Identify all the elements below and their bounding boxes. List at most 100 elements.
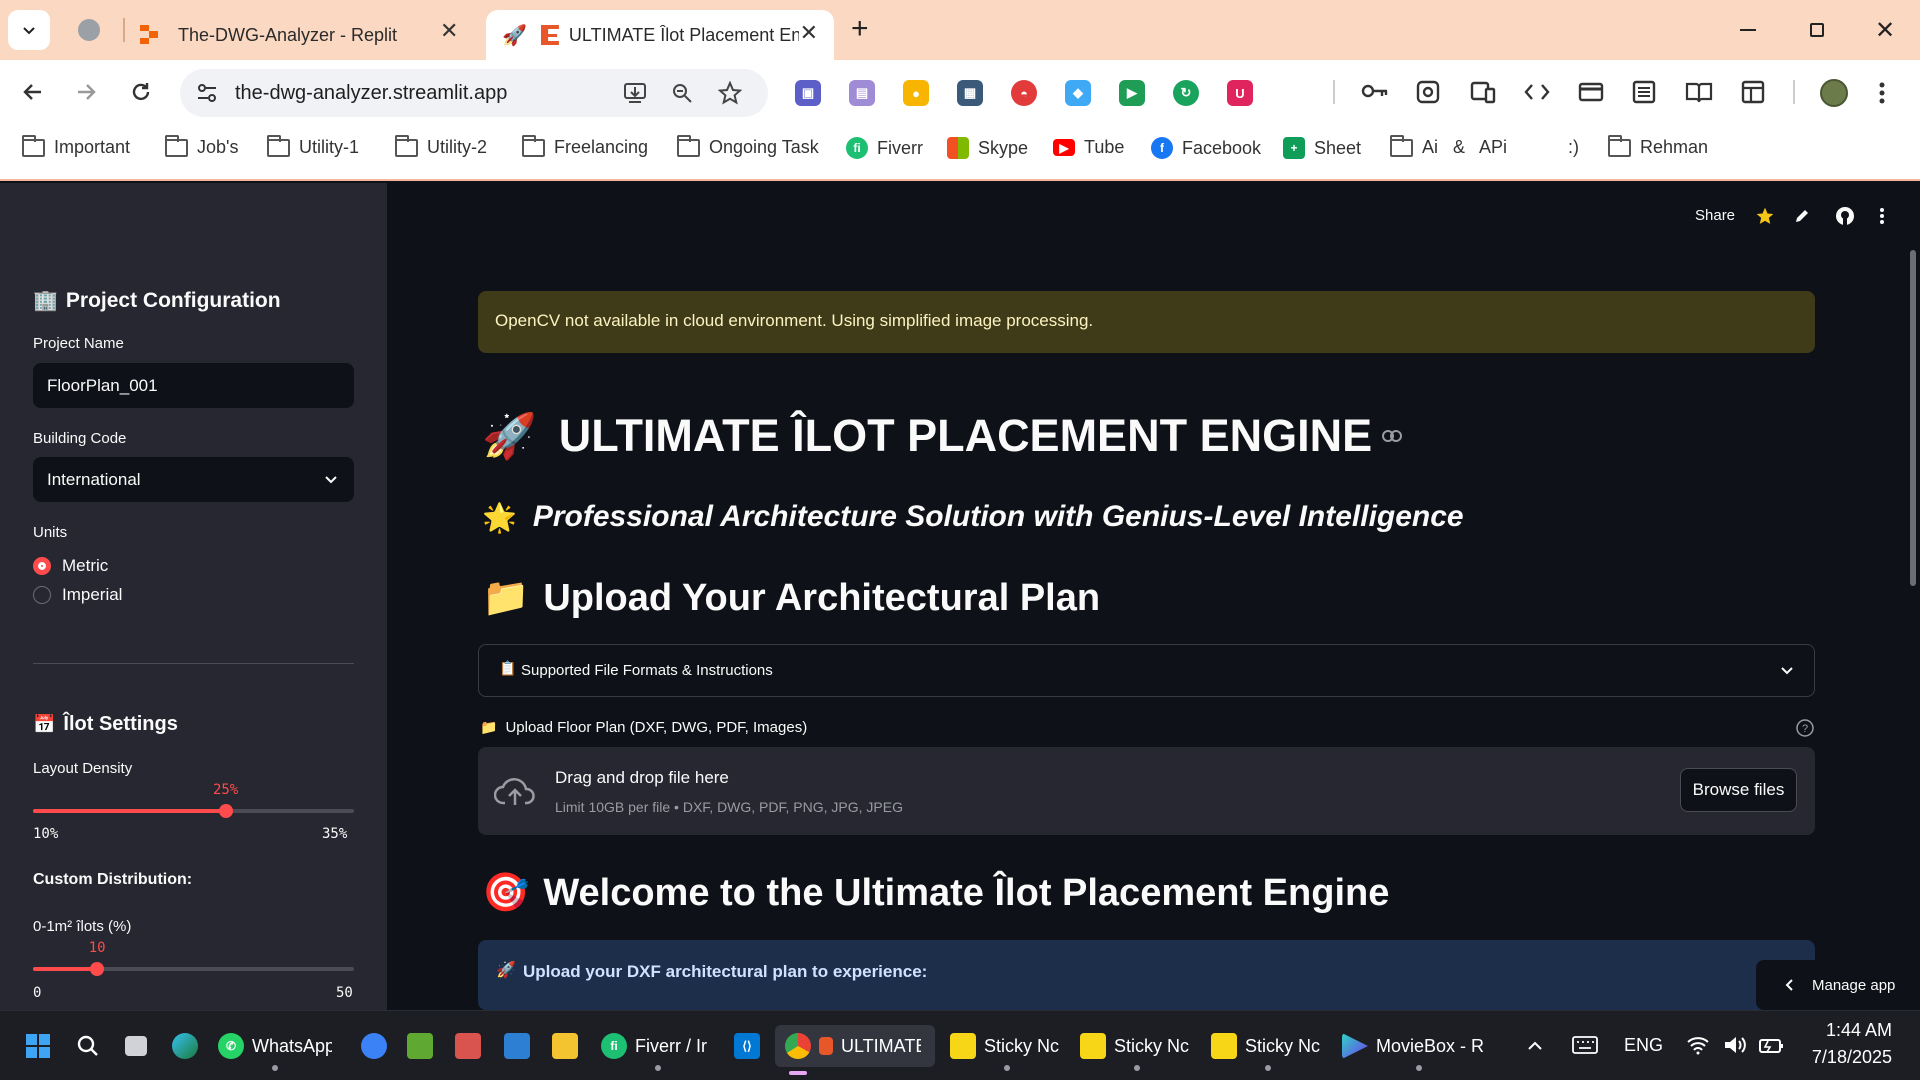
globe-icon[interactable]	[78, 19, 100, 41]
restore-button[interactable]	[1794, 12, 1840, 48]
share-button[interactable]: Share	[1695, 207, 1735, 224]
taskbar-whatsapp[interactable]: ✆ WhatsApp	[218, 1025, 332, 1071]
zoom-icon[interactable]	[671, 82, 693, 104]
radio-metric[interactable]: Metric	[33, 556, 108, 576]
tab-replit[interactable]: The-DWG-Analyzer - Replit	[140, 10, 470, 60]
github-icon[interactable]	[1835, 206, 1855, 226]
extension-icon[interactable]: U	[1227, 80, 1253, 106]
more-vertical-icon[interactable]	[1879, 207, 1885, 225]
taskbar-vscode[interactable]: ⟨⟩	[734, 1025, 760, 1067]
language-indicator[interactable]: ENG	[1624, 1035, 1663, 1056]
forward-button[interactable]	[66, 72, 106, 112]
project-name-input[interactable]: FloorPlan_001	[33, 363, 354, 408]
extension-icon[interactable]: ●	[903, 80, 929, 106]
lens-icon[interactable]	[1416, 80, 1440, 104]
star-icon[interactable]	[1755, 206, 1775, 226]
address-bar[interactable]: the-dwg-analyzer.streamlit.app	[180, 69, 768, 117]
title-text: ULTIMATE ÎLOT PLACEMENT ENGINE	[558, 410, 1373, 461]
reload-button[interactable]	[121, 72, 161, 112]
more-menu-icon[interactable]	[1878, 81, 1886, 105]
manage-app-button[interactable]: Manage app	[1756, 960, 1920, 1010]
bookmark-folder[interactable]: Important	[22, 134, 130, 158]
bookmark-fiverr[interactable]: fi Fiverr	[846, 137, 923, 159]
star-bookmark-icon[interactable]	[718, 81, 742, 105]
profile-avatar[interactable]	[1820, 79, 1848, 107]
install-app-icon[interactable]	[623, 82, 647, 104]
start-button[interactable]	[25, 1025, 51, 1067]
close-tab-icon[interactable]: ✕	[800, 20, 818, 46]
extension-icon[interactable]: ↻	[1173, 80, 1199, 106]
reading-list-icon[interactable]	[1632, 80, 1656, 104]
taskbar-explorer[interactable]	[552, 1025, 578, 1067]
bookmark-folder[interactable]: Ongoing Task	[677, 134, 819, 158]
bookmark-tube[interactable]: ▶ Tube	[1053, 137, 1124, 158]
edit-pencil-icon[interactable]	[1794, 208, 1810, 224]
close-window-button[interactable]: ✕	[1862, 12, 1908, 48]
extension-icon[interactable]: ▦	[957, 80, 983, 106]
bookmark-item[interactable]: :)	[1568, 137, 1579, 158]
site-info-icon[interactable]	[196, 83, 218, 103]
extension-icon[interactable]: ◓	[1011, 80, 1037, 106]
wifi-icon[interactable]	[1686, 1035, 1710, 1055]
bookmark-folder[interactable]: Utility-1	[267, 134, 359, 158]
radio-selected-icon	[33, 557, 51, 575]
file-dropzone[interactable]: Drag and drop file here Limit 10GB per f…	[478, 747, 1815, 835]
radio-imperial[interactable]: Imperial	[33, 585, 122, 605]
back-button[interactable]	[13, 72, 53, 112]
volume-icon[interactable]	[1723, 1035, 1749, 1055]
taskbar-sticky-notes[interactable]: Sticky Nc	[950, 1025, 1064, 1071]
clock-date[interactable]: 7/18/2025	[1812, 1047, 1892, 1068]
bookmark-facebook[interactable]: f Facebook	[1151, 137, 1261, 159]
minimize-button[interactable]	[1725, 12, 1771, 48]
slider-thumb[interactable]	[218, 804, 233, 818]
bookmark-skype[interactable]: Skype	[947, 137, 1028, 159]
clock-time[interactable]: 1:44 AM	[1826, 1020, 1892, 1041]
code-icon[interactable]	[1524, 80, 1550, 104]
keyboard-icon[interactable]	[1572, 1036, 1598, 1054]
scrollbar-thumb[interactable]	[1910, 250, 1916, 586]
bookmark-folder[interactable]: Ai & APi	[1390, 134, 1507, 158]
taskbar-app[interactable]	[361, 1025, 387, 1067]
chevron-up-icon[interactable]	[1527, 1039, 1543, 1051]
help-icon[interactable]: ?	[1796, 719, 1814, 737]
extension-icon[interactable]: ▣	[795, 80, 821, 106]
payment-card-icon[interactable]	[1578, 82, 1604, 102]
side-panel-icon[interactable]	[1741, 80, 1765, 104]
building-code-select[interactable]: International	[33, 457, 354, 502]
layout-density-slider[interactable]: 25% 10% 35%	[0, 782, 387, 842]
taskbar-sticky-notes[interactable]: Sticky Nc	[1080, 1025, 1194, 1071]
alert-text: OpenCV not available in cloud environmen…	[495, 311, 1094, 330]
dist-0-1-slider[interactable]: 10 0 50	[0, 940, 387, 1001]
close-tab-icon[interactable]: ✕	[440, 18, 458, 44]
taskbar-moviebox[interactable]: MovieBox - R	[1342, 1025, 1496, 1071]
taskbar-chrome-active[interactable]: ULTIMATE	[775, 1025, 935, 1075]
bookmark-folder[interactable]: Utility-2	[395, 134, 487, 158]
bookmark-folder[interactable]: Freelancing	[522, 134, 648, 158]
devices-icon[interactable]	[1470, 80, 1496, 104]
extension-icon[interactable]: ◆	[1065, 80, 1091, 106]
extension-icon[interactable]: ▤	[849, 80, 875, 106]
taskbar-app[interactable]	[407, 1025, 433, 1067]
taskbar-app[interactable]	[504, 1025, 530, 1067]
tab-streamlit-active[interactable]: 🚀 ULTIMATE Îlot Placement En ✕	[486, 10, 834, 60]
taskbar-fiverr[interactable]: fi Fiverr / Ir	[601, 1025, 715, 1071]
tab-search-button[interactable]	[8, 10, 50, 50]
taskbar-sticky-notes[interactable]: Sticky Nc	[1211, 1025, 1325, 1071]
key-passwords-icon[interactable]	[1361, 80, 1389, 102]
folder-icon	[267, 134, 290, 157]
bookmark-sheet[interactable]: + Sheet	[1283, 137, 1361, 159]
search-button[interactable]	[76, 1025, 100, 1067]
reading-mode-icon[interactable]	[1685, 80, 1713, 104]
browse-files-button[interactable]: Browse files	[1680, 768, 1797, 812]
battery-icon[interactable]	[1758, 1035, 1784, 1055]
new-tab-button[interactable]: +	[851, 12, 869, 46]
bookmark-folder[interactable]: Rehman	[1608, 134, 1708, 158]
task-view-button[interactable]	[125, 1025, 147, 1067]
extension-icon[interactable]: ▶	[1119, 80, 1145, 106]
bookmark-folder[interactable]: Job's	[165, 134, 238, 158]
slider-thumb[interactable]	[90, 962, 105, 976]
formats-expander[interactable]: 📋 Supported File Formats & Instructions	[478, 644, 1815, 697]
link-icon[interactable]	[1382, 430, 1403, 442]
taskbar-app[interactable]	[455, 1025, 481, 1067]
edge-button[interactable]	[172, 1025, 198, 1067]
